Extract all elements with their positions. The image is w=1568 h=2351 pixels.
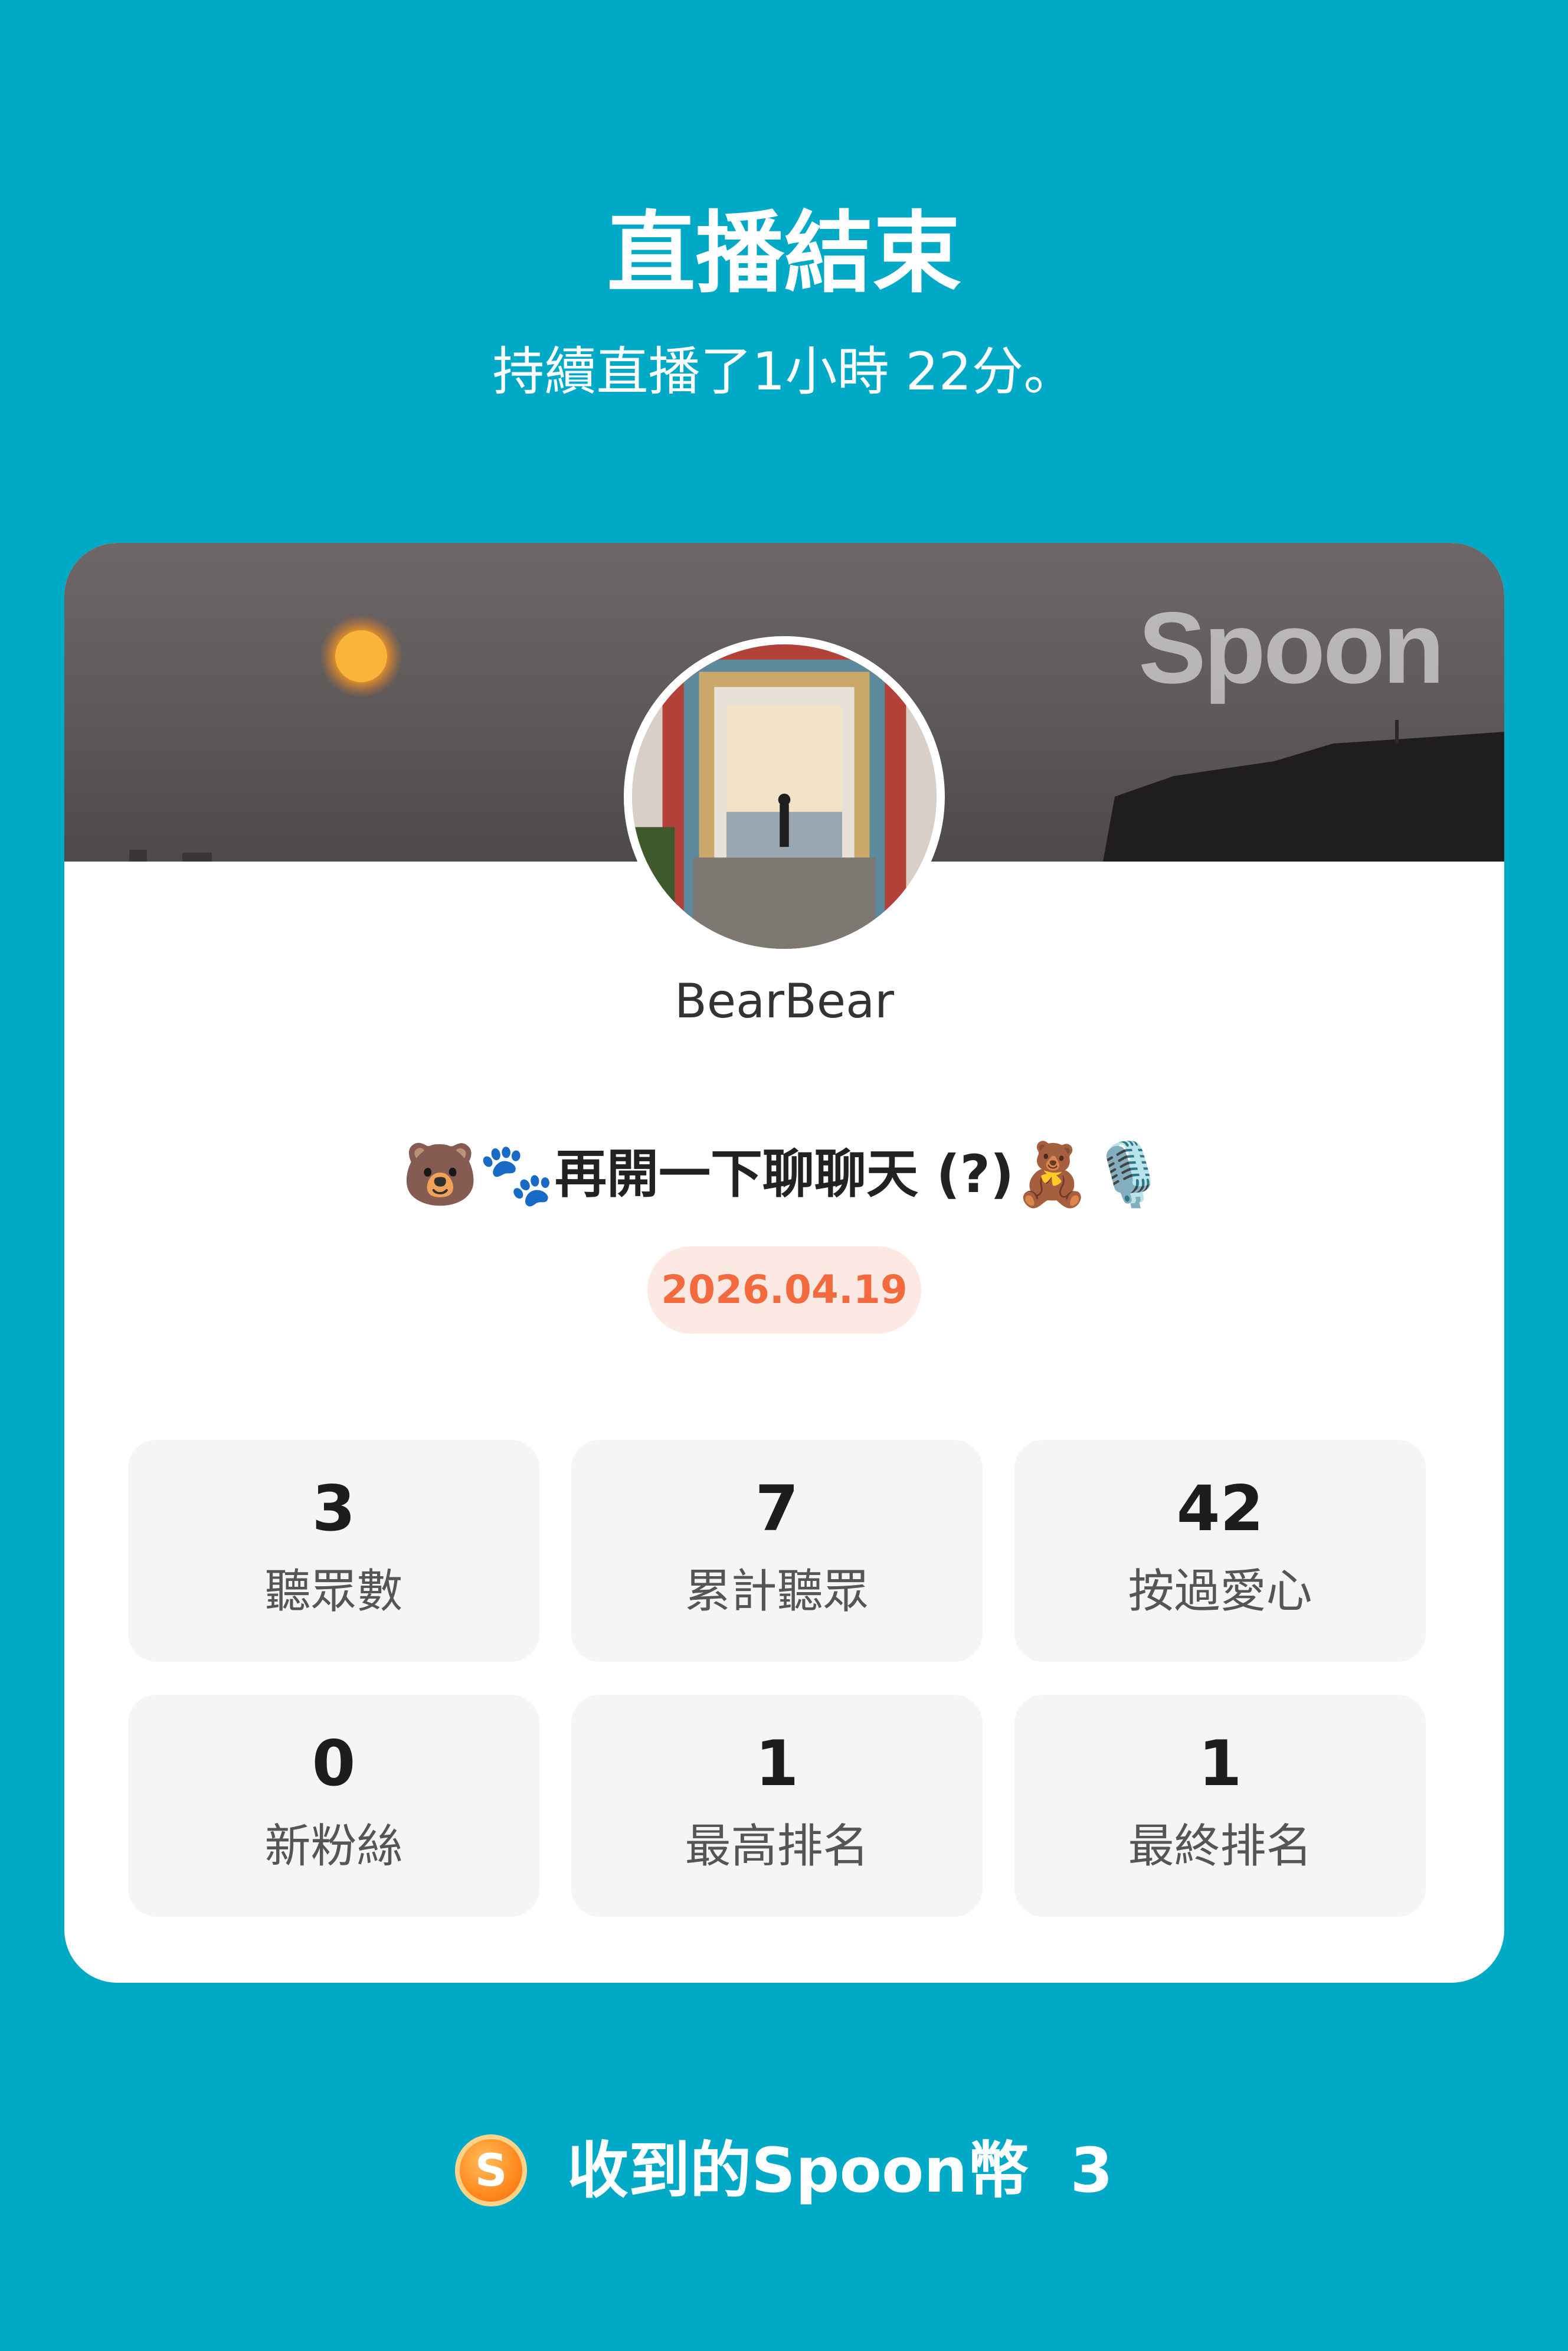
stat-label: 新粉絲	[264, 1820, 403, 1873]
stat-label: 按過愛心	[1128, 1565, 1312, 1618]
stat-tile-final-rank: 1 最終排名	[1014, 1695, 1426, 1917]
stat-tile-total-listeners: 7 累計聽眾	[571, 1440, 983, 1662]
stat-value: 42	[1176, 1472, 1264, 1545]
stat-tile-listeners: 3 聽眾數	[128, 1440, 539, 1662]
coins-received: S 收到的Spoon幣 3	[0, 2129, 1568, 2212]
live-title: 🐻 🐾 再開一下聊聊天 (?) 🧸 🎙️	[64, 1133, 1504, 1216]
teddy-bear-icon: 🧸	[1014, 1138, 1091, 1210]
coins-value: 3	[1070, 2134, 1113, 2206]
stat-tile-likes: 42 按過愛心	[1014, 1440, 1426, 1662]
coins-label: 收到的Spoon幣	[567, 2134, 1029, 2206]
stat-value: 1	[755, 1727, 799, 1800]
paws-icon: 🐾	[478, 1138, 555, 1210]
avatar[interactable]	[624, 636, 945, 957]
stat-label: 累計聽眾	[685, 1565, 869, 1618]
header-title: 直播結束	[607, 202, 961, 305]
cliff-silhouette	[1103, 732, 1504, 862]
live-title-text: 再開一下聊聊天 (?)	[554, 1144, 1014, 1204]
spoon-coin-icon: S	[455, 2134, 528, 2206]
date-badge: 2026.04.19	[647, 1246, 921, 1334]
stat-value: 0	[312, 1727, 356, 1800]
stat-value: 7	[755, 1472, 799, 1545]
username: BearBear	[674, 974, 895, 1029]
stat-tile-highest-rank: 1 最高排名	[571, 1695, 983, 1917]
header-subtitle: 持續直播了1小時 22分。	[492, 341, 1076, 402]
bear-face-icon: 🐻	[401, 1138, 479, 1210]
stat-value: 1	[1198, 1727, 1242, 1800]
stat-value: 3	[312, 1472, 356, 1545]
summary-card: Spoon BearBear 🐻 🐾 再開一下聊聊天 (?) 🧸 🎙️ 2026…	[64, 543, 1504, 1983]
stat-label: 最終排名	[1128, 1820, 1312, 1873]
stat-tile-new-fans: 0 新粉絲	[128, 1695, 539, 1917]
stat-label: 最高排名	[685, 1820, 869, 1873]
microphone-icon: 🎙️	[1090, 1138, 1167, 1210]
stat-label: 聽眾數	[264, 1565, 403, 1618]
brand-logo: Spoon	[1138, 591, 1445, 705]
